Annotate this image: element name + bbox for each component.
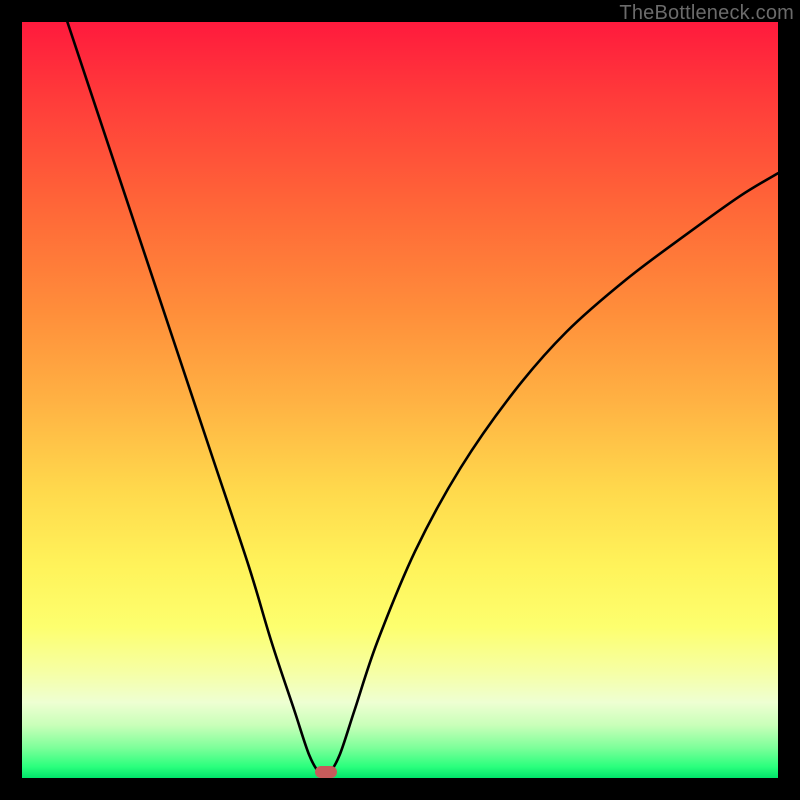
gradient-background — [22, 22, 778, 778]
watermark-text: TheBottleneck.com — [619, 2, 794, 25]
min-marker — [315, 766, 337, 778]
plot-frame — [22, 22, 778, 778]
